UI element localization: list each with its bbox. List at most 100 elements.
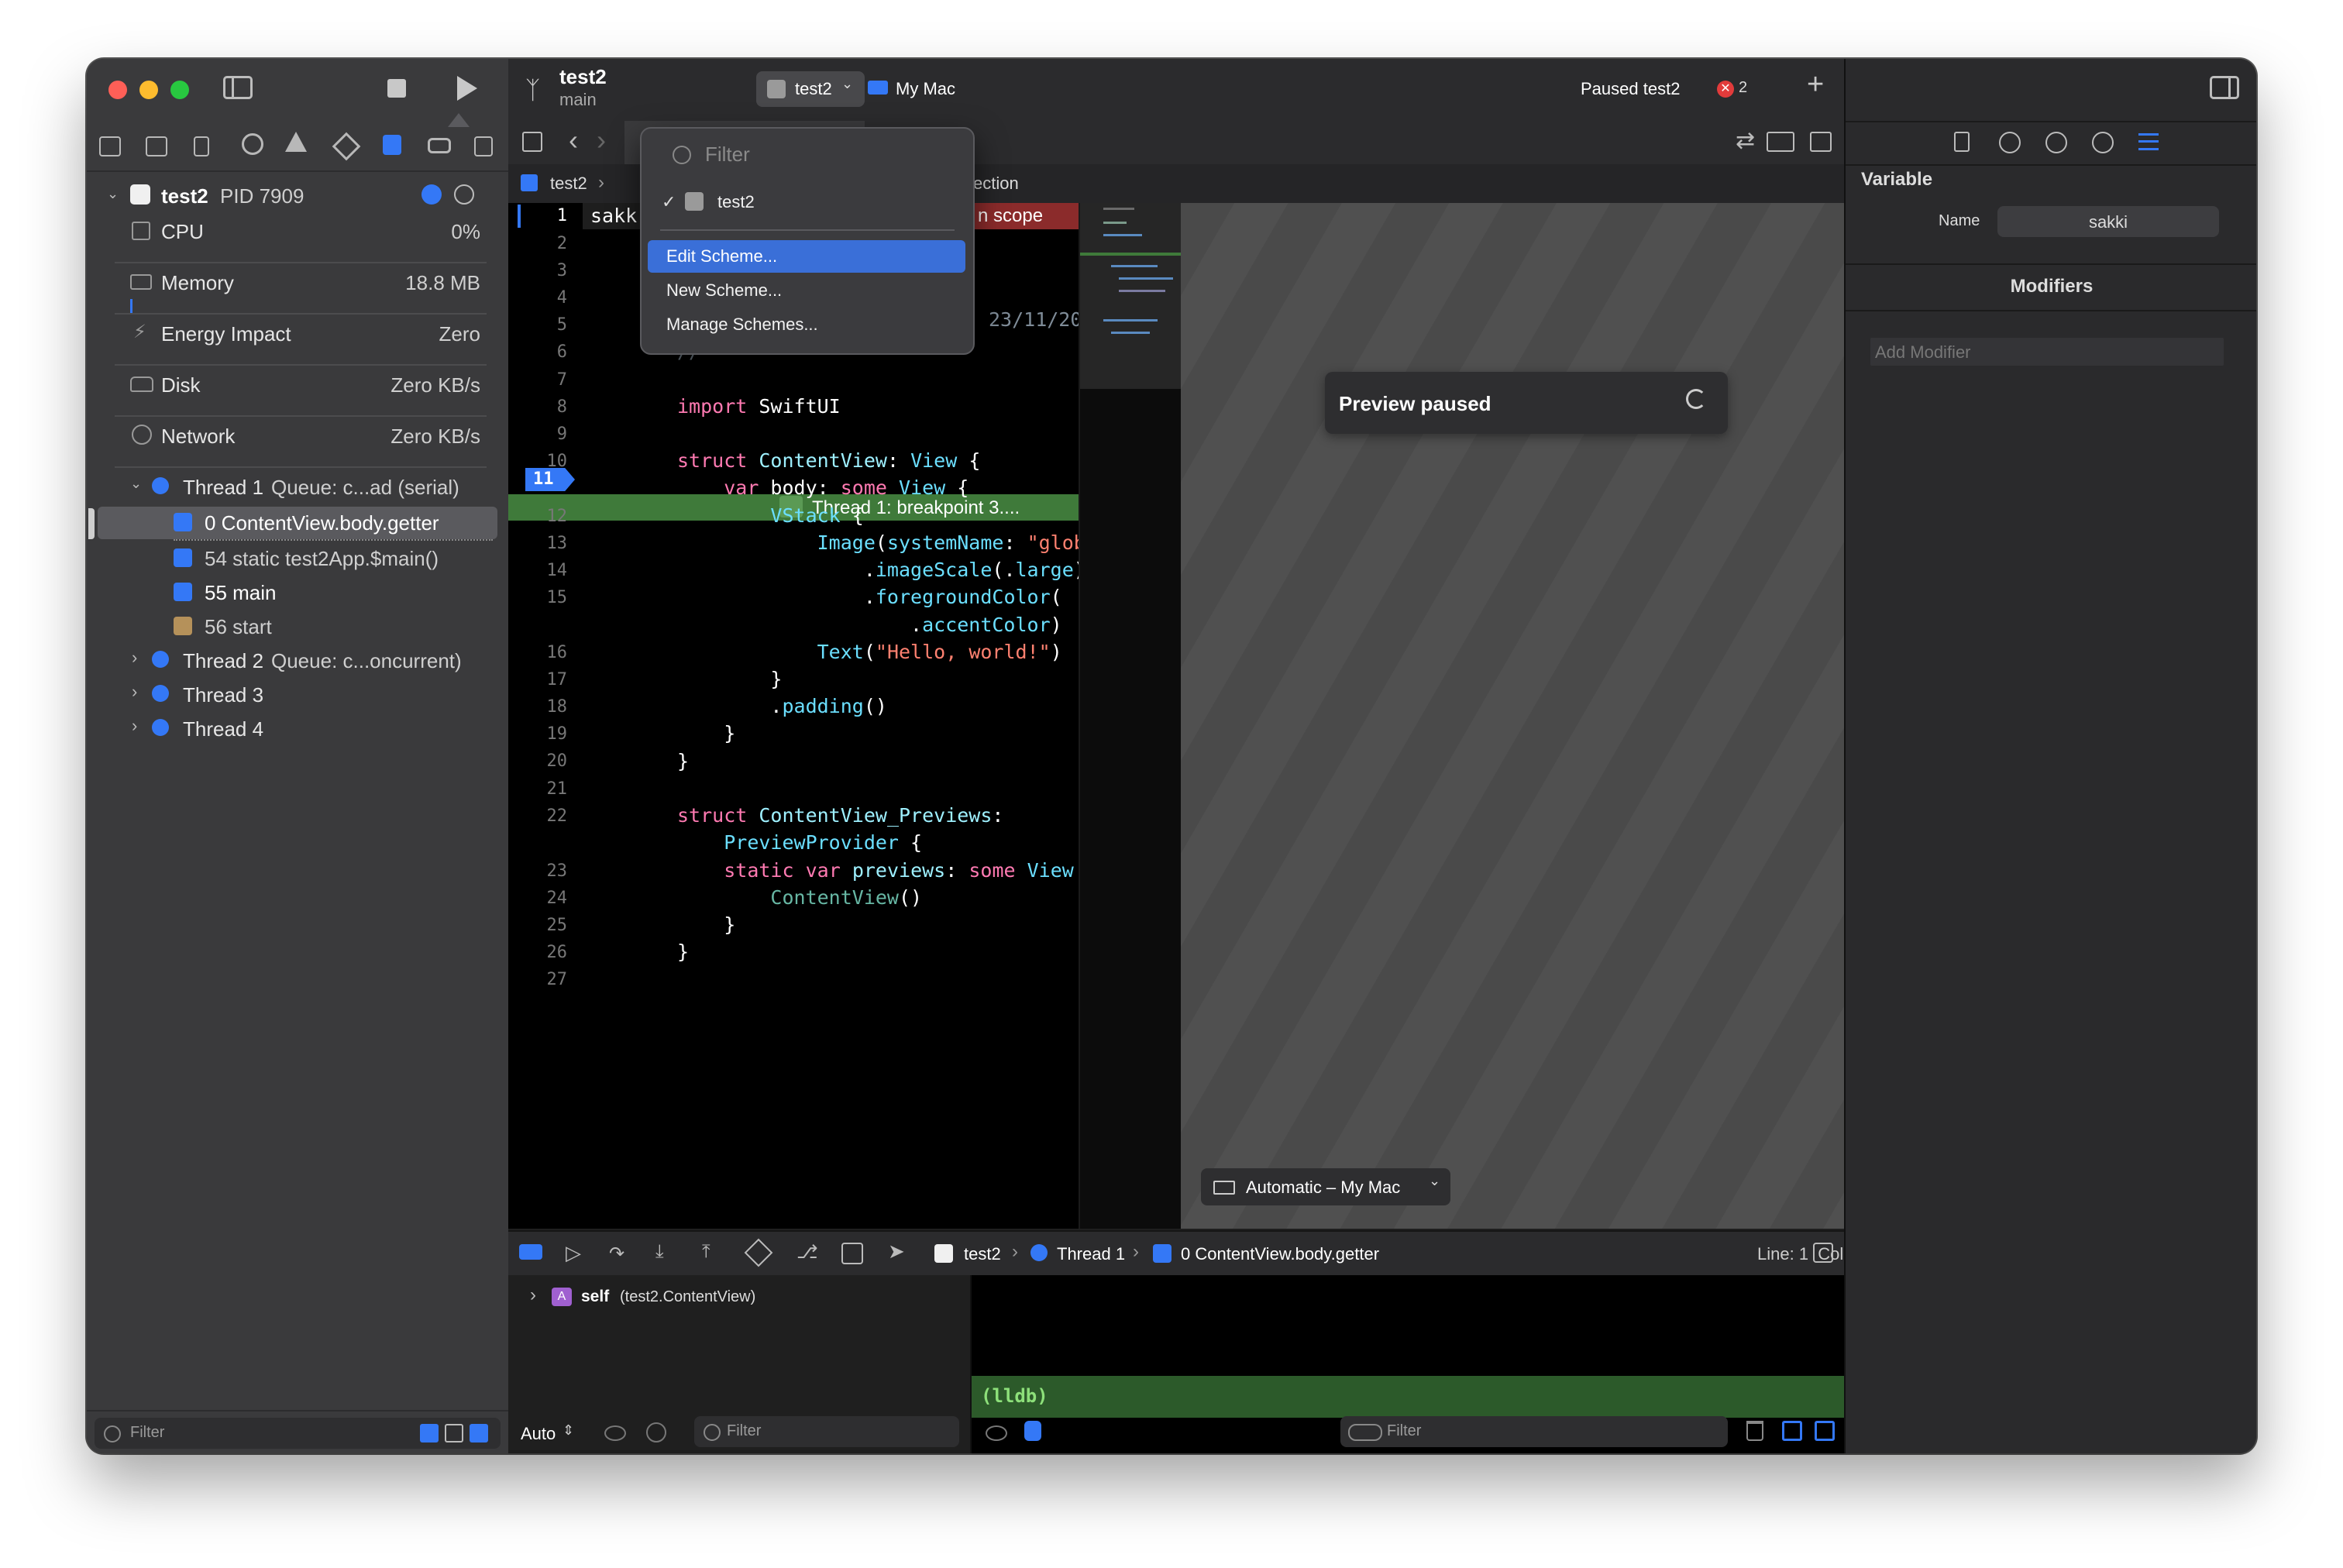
chevron-right-icon[interactable]: › [132, 648, 137, 668]
jump-bar-symbol[interactable]: ection [973, 174, 1019, 194]
error-x-icon[interactable]: ✕ [1717, 81, 1734, 98]
laptop-icon [868, 81, 888, 95]
eye-icon[interactable] [604, 1425, 626, 1441]
thread-row-1[interactable]: ⌄ Thread 1 Queue: c...ad (serial) [87, 469, 508, 504]
zoom-window-button[interactable] [170, 81, 189, 99]
report-navigator-icon[interactable] [474, 136, 493, 156]
error-count[interactable]: 2 [1739, 79, 1747, 97]
search-icon[interactable] [242, 133, 263, 155]
continue-icon[interactable]: ▷ [566, 1241, 581, 1265]
pause-threads-icon[interactable] [454, 184, 474, 205]
source-control-icon[interactable] [146, 136, 167, 156]
console-output-toggle-icon[interactable] [1024, 1421, 1041, 1441]
frame-row-55[interactable]: 55 main [87, 575, 508, 609]
help-icon[interactable] [2045, 132, 2067, 153]
gauge-cpu[interactable]: CPU 0% [87, 214, 508, 248]
hide-debug-area-icon[interactable] [1813, 1243, 1833, 1263]
thread-row-3[interactable]: › Thread 3 [87, 677, 508, 711]
step-into-icon[interactable]: ⤓ [655, 1241, 664, 1263]
menu-item-current-scheme[interactable]: test2 [717, 192, 755, 212]
show-variables-icon[interactable] [1782, 1421, 1802, 1441]
debug-navigator-icon[interactable] [383, 135, 401, 155]
frame-row-54[interactable]: 54 static test2App.$main() [87, 541, 508, 575]
split-editor-icon[interactable] [1810, 132, 1832, 152]
filter-option-icon[interactable] [445, 1424, 463, 1442]
chevron-right-icon[interactable]: › [132, 716, 137, 736]
file-inspector-icon[interactable] [1954, 132, 1970, 152]
chevron-down-icon[interactable]: ⌄ [130, 476, 142, 492]
filter-option-icon[interactable] [420, 1424, 439, 1442]
back-icon[interactable]: ‹ [569, 124, 578, 156]
trash-icon[interactable] [1746, 1421, 1763, 1441]
forward-icon[interactable]: › [597, 124, 606, 156]
accessibility-icon[interactable] [2092, 132, 2114, 153]
menu-item-edit-scheme[interactable]: Edit Scheme... [666, 246, 777, 266]
folder-icon[interactable] [99, 136, 121, 156]
crumb-frame[interactable]: 0 ContentView.body.getter [1181, 1244, 1379, 1264]
step-over-icon[interactable]: ↷ [609, 1243, 624, 1265]
menu-item-manage-schemes[interactable]: Manage Schemes... [666, 315, 818, 335]
divider [1846, 263, 2256, 265]
step-out-icon[interactable]: ⤒ [702, 1241, 710, 1263]
add-icon[interactable]: + [1807, 68, 1824, 101]
gauge-memory[interactable]: Memory 18.8 MB [87, 265, 508, 299]
stop-icon[interactable] [387, 79, 406, 98]
view-hierarchy-icon[interactable] [744, 1238, 773, 1267]
grid-icon[interactable] [522, 132, 542, 152]
console-view[interactable]: (lldb) Filter [972, 1275, 1844, 1453]
user-frame-icon [174, 513, 192, 531]
show-console-icon[interactable] [1815, 1421, 1835, 1441]
info-icon[interactable] [646, 1422, 666, 1442]
minimap-line [1103, 319, 1158, 322]
process-row[interactable]: ⌄ test2 PID 7909 [87, 178, 508, 212]
frame-row-56[interactable]: 56 start [87, 609, 508, 643]
chevron-right-icon[interactable]: › [132, 682, 137, 702]
info-icon[interactable] [421, 184, 442, 205]
destination-name[interactable]: My Mac [896, 79, 955, 99]
environment-overrides-icon[interactable] [841, 1243, 863, 1264]
breakpoints-toggle-icon[interactable] [519, 1244, 542, 1260]
jump-bar-project[interactable]: test2 [550, 174, 587, 194]
history-icon[interactable] [1999, 132, 2021, 153]
issue-warning-icon[interactable] [285, 132, 307, 152]
chevron-updown-icon: ⇕ [563, 1422, 575, 1438]
chevron-right-icon[interactable]: › [530, 1284, 536, 1306]
memory-graph-icon[interactable]: ⎇ [796, 1241, 818, 1264]
chevron-down-icon[interactable]: ⌄ [107, 186, 119, 202]
thread-row-4[interactable]: › Thread 4 [87, 711, 508, 745]
gauge-energy[interactable]: ⚡︎ Energy Impact Zero [87, 316, 508, 350]
thread-row-2[interactable]: › Thread 2 Queue: c...oncurrent) [87, 643, 508, 677]
gauge-disk[interactable]: Disk Zero KB/s [87, 367, 508, 401]
eye-icon[interactable] [986, 1425, 1007, 1441]
branch-icon[interactable]: ᛉ [525, 76, 540, 105]
swap-icon[interactable]: ⇄ [1736, 127, 1755, 154]
minimap-viewport[interactable] [1080, 203, 1181, 389]
attributes-inspector-icon[interactable] [2138, 133, 2159, 150]
inspector-toggle-icon[interactable] [2210, 76, 2239, 99]
crumb-thread[interactable]: Thread 1 [1057, 1244, 1125, 1264]
refresh-icon[interactable] [1686, 389, 1706, 409]
console-prompt-bar[interactable] [972, 1376, 1844, 1418]
bookmark-icon[interactable] [194, 136, 209, 156]
run-icon[interactable] [457, 76, 477, 101]
frame-row-0[interactable]: 0 ContentView.body.getter [87, 505, 508, 539]
minimap[interactable] [1079, 203, 1181, 1229]
minimize-window-button[interactable] [139, 81, 158, 99]
editor-options-icon[interactable] [1767, 132, 1794, 152]
location-icon[interactable]: ➤ [888, 1240, 905, 1264]
gauge-network[interactable]: Network Zero KB/s [87, 418, 508, 452]
variable-name[interactable]: self [581, 1288, 609, 1306]
variables-mode-selector[interactable]: Auto [521, 1424, 556, 1444]
close-window-button[interactable] [108, 81, 127, 99]
filter-option-icon[interactable] [470, 1424, 488, 1442]
menu-filter-field[interactable]: Filter [705, 143, 750, 167]
sidebar-filter-bar: Filter [87, 1410, 508, 1453]
chevron-right-icon: › [1133, 1241, 1139, 1262]
crumb-target[interactable]: test2 [964, 1244, 1001, 1264]
test-diamond-icon[interactable] [332, 132, 361, 161]
filter-icon [704, 1424, 721, 1441]
main-toolbar: ᛉ test2 main test2 ⌄ My Mac Paused test2… [508, 59, 1844, 122]
menu-item-new-scheme[interactable]: New Scheme... [666, 280, 782, 301]
sidebar-toggle-icon[interactable] [223, 76, 253, 99]
breakpoint-navigator-icon[interactable] [428, 138, 451, 153]
